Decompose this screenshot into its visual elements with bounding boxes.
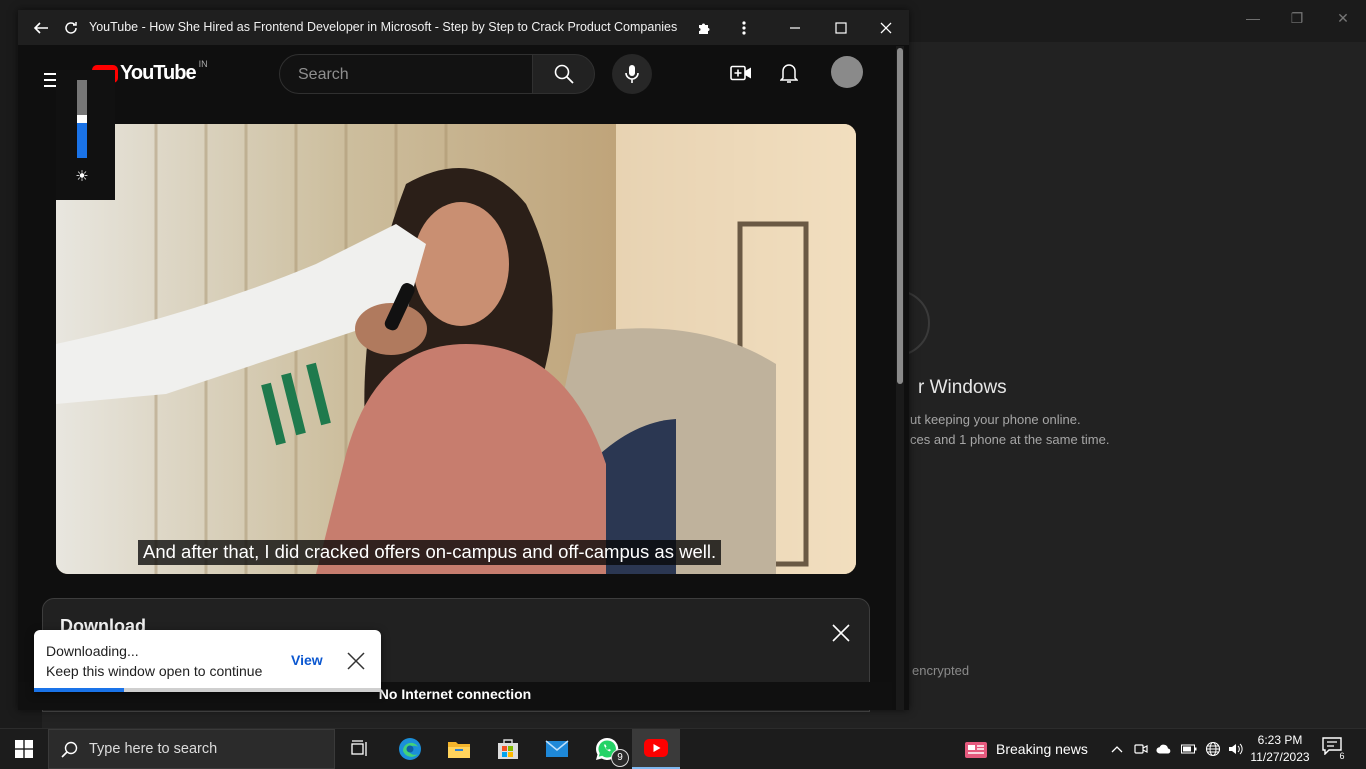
edge-browser-button[interactable] — [386, 729, 434, 769]
download-panel-close-icon[interactable] — [831, 623, 853, 645]
brightness-overlay: ☀ — [56, 70, 115, 200]
mail-envelope-icon — [545, 740, 569, 757]
notifications-bell-icon[interactable] — [776, 60, 802, 86]
clock-date: 11/27/2023 — [1250, 750, 1310, 764]
system-clock[interactable]: 6:23 PM 11/27/2023 — [1248, 732, 1312, 766]
store-bag-icon — [498, 739, 518, 759]
account-avatar[interactable] — [831, 56, 863, 88]
download-progress-fill — [34, 688, 125, 692]
file-explorer-button[interactable] — [435, 729, 483, 769]
mail-button[interactable] — [533, 729, 581, 769]
whatsapp-unread-badge: 9 — [611, 749, 629, 767]
brightness-knob[interactable] — [77, 115, 87, 123]
search-box — [279, 54, 533, 95]
task-view-icon — [351, 740, 367, 756]
meet-now-camera-icon[interactable] — [1133, 740, 1149, 758]
voice-search-button[interactable] — [612, 54, 652, 94]
toast-message: Keep this window open to continue — [46, 663, 263, 679]
toast-status: Downloading... — [46, 643, 139, 659]
bg-restore-button[interactable]: ❐ — [1282, 8, 1312, 28]
maximize-button[interactable] — [826, 10, 856, 45]
vertical-scrollbar[interactable] — [896, 46, 904, 710]
create-video-icon[interactable] — [728, 60, 754, 86]
bg-minimize-button[interactable]: — — [1238, 8, 1268, 28]
edge-browser-icon — [399, 738, 421, 760]
brightness-sun-icon: ☀ — [75, 168, 89, 185]
background-description-line1: ut keeping your phone online. — [910, 412, 1081, 427]
toast-view-button[interactable]: View — [291, 652, 323, 668]
extensions-puzzle-icon[interactable] — [692, 10, 716, 45]
notification-count: 6 — [1337, 751, 1347, 761]
news-widget[interactable]: Breaking news — [964, 729, 1088, 769]
news-icon — [965, 742, 987, 758]
search-icon — [61, 741, 78, 758]
start-button[interactable] — [0, 729, 48, 769]
window-title: YouTube - How She Hired as Frontend Deve… — [89, 20, 679, 34]
taskbar-search-box[interactable]: Type here to search — [48, 729, 335, 769]
video-caption: And after that, I did cracked offers on-… — [138, 540, 722, 565]
bg-close-button[interactable]: ✕ — [1328, 8, 1358, 28]
windows-taskbar: Type here to search 9 Breaking news 6:23… — [0, 728, 1366, 769]
show-hidden-icons-chevron-icon[interactable] — [1109, 740, 1125, 758]
brightness-level-fill — [77, 123, 87, 158]
search-input[interactable] — [296, 55, 530, 95]
search-button[interactable] — [532, 54, 595, 94]
video-player[interactable]: And after that, I did cracked offers on-… — [56, 124, 856, 574]
download-toast: Downloading... Keep this window open to … — [34, 630, 381, 692]
battery-icon[interactable] — [1181, 740, 1197, 758]
onedrive-cloud-icon[interactable] — [1156, 740, 1172, 758]
download-progress-bar — [34, 688, 381, 692]
search-icon — [554, 64, 574, 84]
video-frame-image — [56, 124, 856, 574]
minimize-button[interactable] — [780, 10, 810, 45]
app-titlebar: YouTube - How She Hired as Frontend Deve… — [18, 10, 909, 45]
toast-close-icon[interactable] — [347, 652, 367, 672]
encryption-note: encrypted — [912, 663, 970, 678]
background-description-line2: ces and 1 phone at the same time. — [910, 432, 1110, 447]
background-heading: r Windows — [918, 377, 1007, 398]
whatsapp-button[interactable]: 9 — [583, 729, 631, 769]
microsoft-store-button[interactable] — [484, 729, 532, 769]
youtube-masthead: YouTube IN — [18, 45, 909, 100]
more-options-icon[interactable] — [732, 10, 756, 45]
folder-icon — [448, 742, 470, 758]
youtube-logo-text: YouTube — [120, 62, 197, 84]
clock-time: 6:23 PM — [1257, 733, 1303, 747]
youtube-icon — [644, 739, 668, 757]
country-code: IN — [198, 58, 208, 69]
microphone-icon — [625, 65, 639, 83]
reload-icon[interactable] — [60, 10, 82, 45]
close-button[interactable] — [871, 10, 901, 45]
network-globe-icon[interactable] — [1205, 740, 1221, 758]
task-view-button[interactable] — [336, 729, 384, 769]
scrollbar-thumb[interactable] — [897, 48, 903, 384]
youtube-app-window: YouTube - How She Hired as Frontend Deve… — [18, 10, 909, 712]
windows-logo-icon — [15, 740, 33, 758]
volume-speaker-icon[interactable] — [1228, 740, 1244, 758]
taskbar-search-placeholder: Type here to search — [89, 741, 218, 757]
back-arrow-icon[interactable] — [30, 10, 52, 45]
news-label: Breaking news — [996, 741, 1088, 757]
youtube-taskbar-button[interactable] — [632, 729, 680, 769]
